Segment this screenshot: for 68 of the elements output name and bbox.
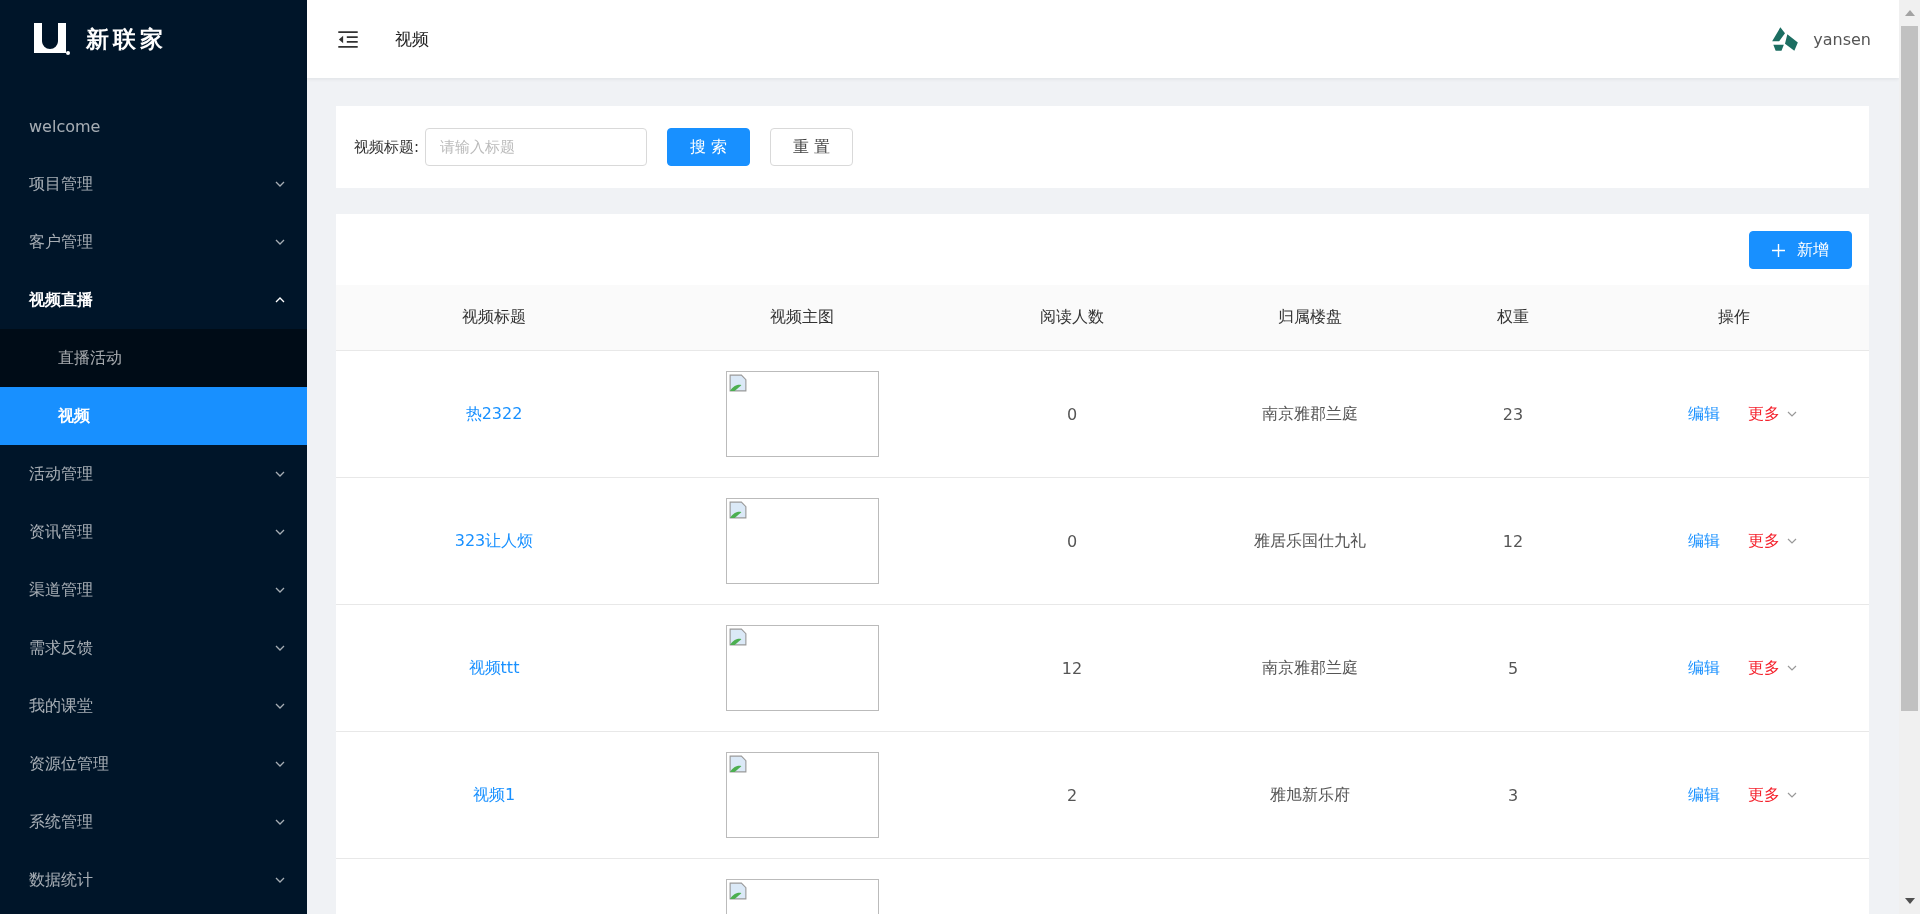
table-cell: 雅居乐国仕九礼 <box>1254 530 1366 552</box>
chevron-icon <box>275 645 285 651</box>
column-header: 操作 <box>1716 307 1751 328</box>
menu-item[interactable]: 数据统计 <box>0 851 307 909</box>
chevron-icon <box>275 181 285 187</box>
chevron-icon <box>275 819 285 825</box>
title-input[interactable]: 请输入标题 <box>425 128 648 166</box>
table-cell: 南京雅郡兰庭 <box>1262 657 1358 679</box>
menu-item[interactable]: 系统管理 <box>0 793 307 851</box>
menu-item[interactable]: 资源位管理 <box>0 735 307 793</box>
menu-item[interactable]: 需求反馈 <box>0 619 307 677</box>
broken-image-icon <box>728 882 747 900</box>
chevron-icon <box>1787 411 1797 417</box>
scrollbar[interactable] <box>1899 0 1920 914</box>
menu-item[interactable]: 视频直播 <box>0 271 307 329</box>
table-cell: 南京雅郡兰庭 <box>1262 403 1358 425</box>
more-dropdown[interactable]: 更多 <box>1748 657 1797 679</box>
menu-item[interactable]: 项目管理 <box>0 155 307 213</box>
brand-name: 新联家 <box>86 24 167 54</box>
menu-item[interactable]: 我的课堂 <box>0 677 307 735</box>
chevron-icon <box>275 587 285 593</box>
column-header: 视频标题 <box>461 307 527 328</box>
table-cell: 0 <box>1066 531 1078 551</box>
table-cell: 3 <box>1507 785 1519 805</box>
user-logo-icon <box>1771 26 1800 52</box>
chevron-icon <box>1787 665 1797 671</box>
chevron-icon <box>275 471 285 477</box>
more-dropdown[interactable]: 更多 <box>1748 784 1797 806</box>
menu-icon[interactable] <box>337 30 359 48</box>
column-header: 阅读人数 <box>1039 307 1105 328</box>
column-header: 归属楼盘 <box>1277 307 1343 328</box>
chevron-icon <box>275 877 285 883</box>
more-dropdown[interactable]: 更多 <box>1748 530 1797 552</box>
menu-item[interactable]: 客户管理 <box>0 213 307 271</box>
reset-button[interactable]: 重 置 <box>770 128 854 166</box>
menu-item[interactable]: 活动管理 <box>0 445 307 503</box>
user-name[interactable]: yansen <box>1813 29 1871 49</box>
broken-image-icon <box>728 755 747 773</box>
table-cell: 雅旭新乐府 <box>1270 784 1350 806</box>
table-cell: 23 <box>1502 404 1524 424</box>
chevron-icon <box>275 529 285 535</box>
chevron-icon <box>275 239 285 245</box>
broken-image-icon <box>728 374 747 392</box>
menu-item[interactable]: 资讯管理 <box>0 503 307 561</box>
chevron-icon <box>1787 538 1797 544</box>
table-cell: 0 <box>1066 404 1078 424</box>
chevron-icon <box>1787 792 1797 798</box>
more-dropdown[interactable]: 更多 <box>1748 403 1797 425</box>
table-cell: 5 <box>1507 658 1519 678</box>
menu-item[interactable]: welcome <box>0 97 307 155</box>
scroll-down-icon[interactable] <box>1904 898 1915 904</box>
page-title: 视频 <box>395 27 429 51</box>
submenu-item[interactable]: 直播活动 <box>0 329 307 387</box>
field-label: 视频标题: <box>354 137 420 157</box>
chevron-icon <box>275 703 285 709</box>
broken-image-icon <box>728 628 747 646</box>
plus-icon <box>1772 243 1785 257</box>
table-cell: 12 <box>1061 658 1083 678</box>
table-cell: 2 <box>1066 785 1078 805</box>
chevron-icon <box>275 761 285 767</box>
column-header: 权重 <box>1496 307 1530 328</box>
scroll-up-icon[interactable] <box>1904 10 1915 16</box>
menu-item[interactable]: 渠道管理 <box>0 561 307 619</box>
column-header: 视频主图 <box>769 307 835 328</box>
scrollbar-thumb[interactable] <box>1901 26 1918 711</box>
table-cell: 12 <box>1502 531 1524 551</box>
chevron-icon <box>275 297 285 303</box>
broken-image-icon <box>728 501 747 519</box>
